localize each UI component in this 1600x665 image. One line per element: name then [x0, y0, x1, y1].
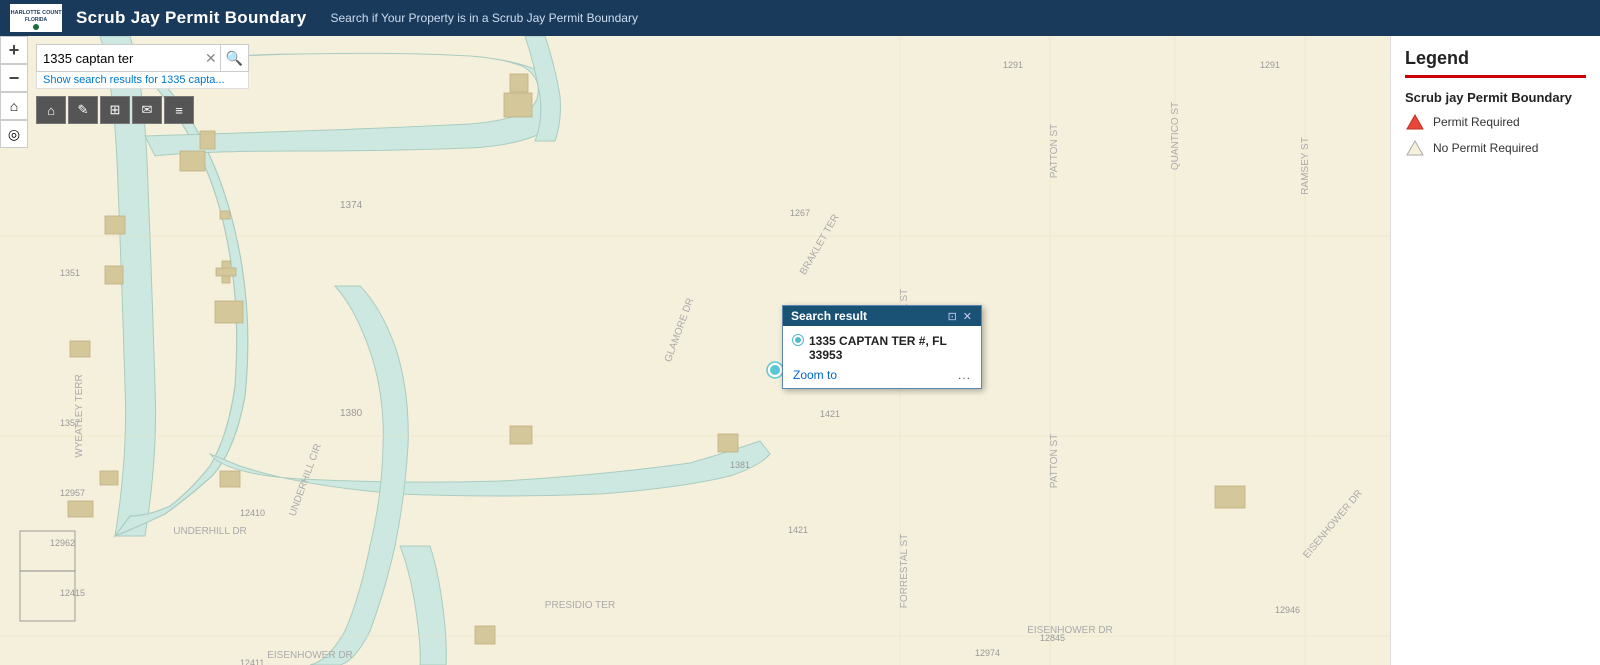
svg-text:1351: 1351 [60, 268, 80, 278]
svg-text:UNDERHILL DR: UNDERHILL DR [173, 526, 247, 537]
search-clear-button[interactable]: ✕ [202, 50, 220, 67]
svg-text:RAMSEY ST: RAMSEY ST [1300, 137, 1311, 195]
logo: CHARLOTTE COUNTY FLORIDA [10, 4, 62, 32]
svg-text:1291: 1291 [1003, 60, 1023, 70]
svg-text:QUANTICO ST: QUANTICO ST [1170, 102, 1181, 170]
svg-text:12946: 12946 [1275, 605, 1300, 615]
search-row: ✕ 🔍 [36, 44, 249, 72]
popup-close-button[interactable]: ✕ [962, 310, 973, 323]
legend-title: Legend [1405, 48, 1586, 78]
popup-resize-button[interactable]: ⊡ [947, 310, 958, 323]
action-btn-5[interactable]: ≡ [164, 96, 194, 124]
svg-text:EISENHOWER DR: EISENHOWER DR [267, 650, 353, 661]
logo-image: CHARLOTTE COUNTY FLORIDA [10, 4, 62, 32]
svg-text:1421: 1421 [820, 409, 840, 419]
search-hint[interactable]: Show search results for 1335 capta... [36, 72, 249, 89]
svg-text:1381: 1381 [730, 460, 750, 470]
popup-body: 1335 CAPTAN TER #, FL 33953 Zoom to ... [783, 326, 981, 388]
svg-text:PATTON ST: PATTON ST [1049, 124, 1060, 178]
app-title: Scrub Jay Permit Boundary [76, 8, 306, 28]
svg-text:PRESIDIO TER: PRESIDIO TER [545, 600, 615, 611]
popup-more-button[interactable]: ... [958, 368, 971, 382]
popup-actions: Zoom to ... [793, 368, 971, 382]
action-btn-4[interactable]: ✉ [132, 96, 162, 124]
search-container: ✕ 🔍 Show search results for 1335 capta..… [36, 44, 249, 89]
svg-text:WYEATLEY TERR: WYEATLEY TERR [74, 374, 85, 457]
home-button[interactable]: ⌂ [0, 92, 28, 120]
action-btn-3[interactable]: ⊞ [100, 96, 130, 124]
search-submit-button[interactable]: 🔍 [220, 45, 248, 71]
svg-text:12410: 12410 [240, 508, 265, 518]
legend-section-title: Scrub jay Permit Boundary [1405, 90, 1586, 105]
legend-item-no-permit: No Permit Required [1405, 139, 1586, 157]
svg-text:EISENHOWER DR: EISENHOWER DR [1027, 625, 1113, 636]
locate-button[interactable]: ◎ [0, 120, 28, 148]
app-subtitle: Search if Your Property is in a Scrub Ja… [330, 11, 637, 25]
svg-text:12962: 12962 [50, 538, 75, 548]
legend-label-permit: Permit Required [1433, 115, 1520, 129]
popup-address: 1335 CAPTAN TER #, FL 33953 [793, 334, 971, 362]
svg-text:CHARLOTTE COUNTY: CHARLOTTE COUNTY [10, 10, 62, 16]
popup-header-icons: ⊡ ✕ [947, 310, 973, 323]
permit-required-icon [1405, 113, 1425, 131]
svg-text:12974: 12974 [975, 648, 1000, 658]
search-result-popup: Search result ⊡ ✕ 1335 CAPTAN TER #, FL … [782, 305, 982, 389]
legend-label-no-permit: No Permit Required [1433, 141, 1538, 155]
map-svg: 1374 1380 1351 1357 12957 12962 12415 12… [0, 36, 1390, 665]
svg-text:1267: 1267 [790, 208, 810, 218]
popup-address-text: 1335 CAPTAN TER #, FL 33953 [809, 334, 971, 362]
action-toolbar: ⌂ ✎ ⊞ ✉ ≡ [36, 96, 194, 124]
svg-text:1374: 1374 [340, 200, 363, 211]
legend-panel: Legend Scrub jay Permit Boundary Permit … [1390, 36, 1600, 665]
svg-text:12411: 12411 [240, 658, 264, 665]
map-container[interactable]: 1374 1380 1351 1357 12957 12962 12415 12… [0, 36, 1390, 665]
zoom-toolbar: + − ⌂ ◎ [0, 36, 28, 148]
no-permit-required-icon [1405, 139, 1425, 157]
zoom-in-button[interactable]: + [0, 36, 28, 64]
search-input[interactable] [37, 45, 202, 71]
action-btn-2[interactable]: ✎ [68, 96, 98, 124]
popup-location-dot [793, 335, 803, 345]
zoom-out-button[interactable]: − [0, 64, 28, 92]
svg-text:FLORIDA: FLORIDA [25, 17, 48, 23]
action-btn-1[interactable]: ⌂ [36, 96, 66, 124]
app-header: CHARLOTTE COUNTY FLORIDA Scrub Jay Permi… [0, 0, 1600, 36]
legend-item-permit: Permit Required [1405, 113, 1586, 131]
popup-title: Search result [791, 309, 947, 323]
svg-text:1380: 1380 [340, 408, 363, 419]
zoom-to-link[interactable]: Zoom to [793, 368, 837, 382]
svg-text:1291: 1291 [1260, 60, 1280, 70]
svg-text:1421: 1421 [788, 525, 808, 535]
svg-text:12415: 12415 [60, 588, 85, 598]
popup-header: Search result ⊡ ✕ [783, 306, 981, 326]
svg-text:PATTON ST: PATTON ST [1049, 434, 1060, 488]
svg-text:12957: 12957 [60, 488, 85, 498]
svg-text:FORRESTAL ST: FORRESTAL ST [899, 534, 910, 608]
